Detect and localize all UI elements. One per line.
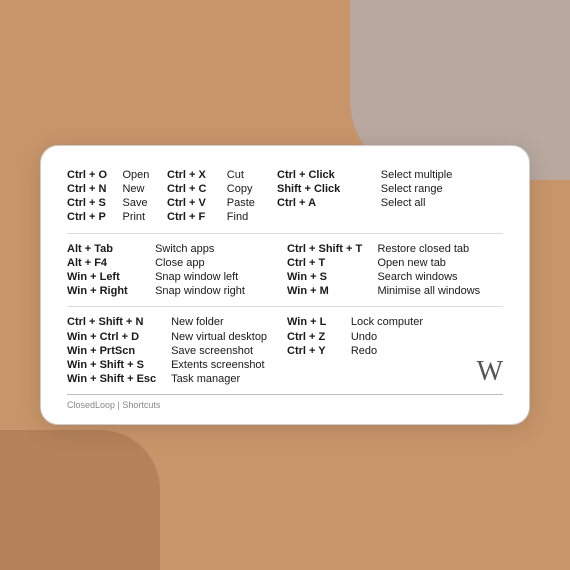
- shortcut-action: Lock computer: [351, 315, 467, 329]
- shortcut-key: Ctrl + Shift + T: [287, 242, 377, 256]
- shortcut-key: Ctrl + V: [167, 196, 227, 210]
- footer-text: ClosedLoop | Shortcuts: [67, 400, 160, 410]
- shortcut-key: Ctrl + F: [167, 210, 227, 224]
- shortcut-key: Win + S: [287, 270, 377, 284]
- shortcut-key: Win + L: [287, 315, 351, 329]
- shortcut-action: Open: [122, 168, 167, 182]
- clipboard-section: Ctrl + XCutCtrl + CCopyCtrl + VPasteCtrl…: [167, 168, 277, 225]
- shortcut-action: Snap window left: [155, 270, 287, 284]
- shortcut-action: Select all: [381, 196, 503, 210]
- shortcut-key: Win + Ctrl + D: [67, 329, 171, 343]
- shortcut-key: Win + M: [287, 284, 377, 298]
- shortcut-key: Ctrl + S: [67, 196, 122, 210]
- shortcut-key: Ctrl + Y: [287, 344, 351, 358]
- shortcut-key: Alt + Tab: [67, 242, 155, 256]
- shortcut-key: Win + PrtScn: [67, 344, 171, 358]
- divider-1: [67, 233, 503, 234]
- misc-section: Ctrl + Shift + NNew folderWin + Ctrl + D…: [67, 315, 287, 386]
- shortcut-action: Switch apps: [155, 242, 287, 256]
- shortcut-action: Copy: [227, 182, 277, 196]
- shortcut-key: Ctrl + P: [67, 210, 122, 224]
- shortcut-key: Ctrl + Z: [287, 329, 351, 343]
- logo: W: [477, 358, 503, 386]
- window-section: Alt + TabSwitch appsAlt + F4Close appWin…: [67, 242, 287, 299]
- shortcut-key: Ctrl + T: [287, 256, 377, 270]
- shortcut-action: New virtual desktop: [171, 329, 287, 343]
- shortcut-action: Minimise all windows: [377, 284, 503, 298]
- shortcut-action: Select range: [381, 182, 503, 196]
- shortcut-action: Save screenshot: [171, 344, 287, 358]
- divider-2: [67, 306, 503, 307]
- shortcut-action: Snap window right: [155, 284, 287, 298]
- shortcut-key: Ctrl + X: [167, 168, 227, 182]
- shortcut-key: Ctrl + Shift + N: [67, 315, 171, 329]
- shortcut-action: Extents screenshot: [171, 358, 287, 372]
- mouse-section: Ctrl + ClickSelect multipleShift + Click…: [277, 168, 503, 225]
- shortcut-action: Open new tab: [377, 256, 503, 270]
- shortcut-key: Ctrl + C: [167, 182, 227, 196]
- footer: ClosedLoop | Shortcuts: [67, 394, 503, 410]
- shortcut-key: Win + Shift + S: [67, 358, 171, 372]
- shortcut-action: Select multiple: [381, 168, 503, 182]
- shortcut-key: Win + Right: [67, 284, 155, 298]
- shortcut-action: New: [122, 182, 167, 196]
- shortcut-key: Ctrl + N: [67, 182, 122, 196]
- shortcut-key: Ctrl + O: [67, 168, 122, 182]
- misc2-section: Win + LLock computerCtrl + ZUndoCtrl + Y…: [287, 315, 467, 358]
- shortcut-action: Cut: [227, 168, 277, 182]
- shortcut-action: Redo: [351, 344, 467, 358]
- shortcut-key: Shift + Click: [277, 182, 381, 196]
- shortcut-key: Win + Left: [67, 270, 155, 284]
- shortcut-action: Close app: [155, 256, 287, 270]
- basic-shortcuts-section: Ctrl + OOpenCtrl + NNewCtrl + SSaveCtrl …: [67, 168, 167, 225]
- shortcut-action: New folder: [171, 315, 287, 329]
- shortcut-action: Search windows: [377, 270, 503, 284]
- shortcut-key: Win + Shift + Esc: [67, 372, 171, 386]
- shortcut-action: Task manager: [171, 372, 287, 386]
- shortcut-action: Print: [122, 210, 167, 224]
- shortcuts-card: Ctrl + OOpenCtrl + NNewCtrl + SSaveCtrl …: [40, 145, 530, 425]
- shortcut-key: Ctrl + A: [277, 196, 381, 210]
- shortcut-action: Restore closed tab: [377, 242, 503, 256]
- shortcut-action: Save: [122, 196, 167, 210]
- shortcut-key: Ctrl + Click: [277, 168, 381, 182]
- shortcut-action: Find: [227, 210, 277, 224]
- shortcut-action: Undo: [351, 329, 467, 343]
- shortcut-action: Paste: [227, 196, 277, 210]
- browser-section: Ctrl + Shift + TRestore closed tabCtrl +…: [287, 242, 503, 299]
- shortcut-key: Alt + F4: [67, 256, 155, 270]
